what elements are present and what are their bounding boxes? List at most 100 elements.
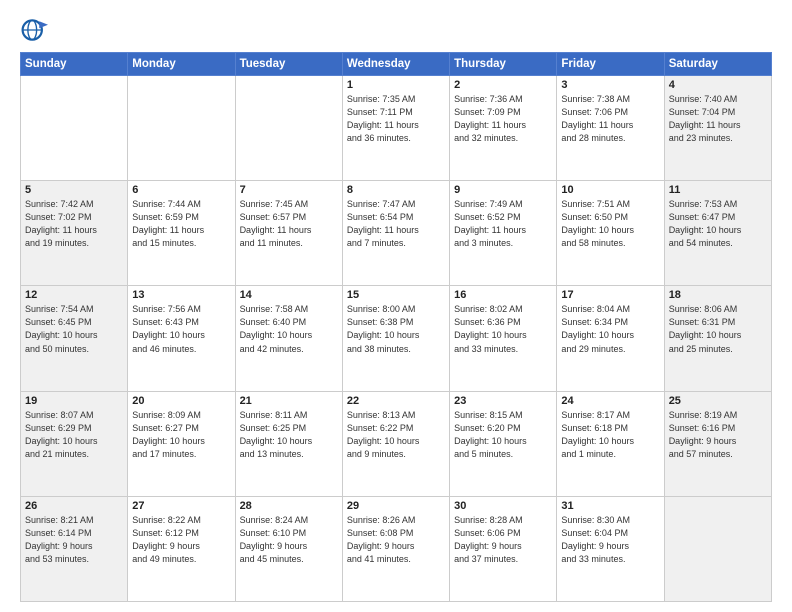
weekday-header-saturday: Saturday (664, 53, 771, 76)
day-number: 27 (132, 500, 230, 512)
calendar-cell: 2 Sunrise: 7:36 AMSunset: 7:09 PMDaylight… (450, 76, 557, 181)
calendar-cell: 17 Sunrise: 8:04 AMSunset: 6:34 PMDayligh… (557, 286, 664, 391)
day-info: Sunrise: 8:19 AMSunset: 6:16 PMDaylight:… (669, 409, 767, 461)
day-info: Sunrise: 8:06 AMSunset: 6:31 PMDaylight:… (669, 303, 767, 355)
calendar-cell: 5 Sunrise: 7:42 AMSunset: 7:02 PMDaylight… (21, 181, 128, 286)
calendar-table: SundayMondayTuesdayWednesdayThursdayFrid… (20, 52, 772, 602)
calendar-week-row: 19Sunrise: 8:07 AMSunset: 6:29 PMDayligh… (21, 391, 772, 496)
calendar-cell: 3Sunrise: 7:38 AMSunset: 7:06 PMDaylight… (557, 76, 664, 181)
day-info: Sunrise: 7:35 AMSunset: 7:11 PMDaylight:… (347, 93, 445, 145)
day-number: 29 (347, 500, 445, 512)
day-info: Sunrise: 8:28 AMSunset: 6:06 PMDaylight:… (454, 514, 552, 566)
day-number: 9 (454, 184, 552, 196)
calendar-cell: 27 Sunrise: 8:22 AMSunset: 6:12 PMDayligh… (128, 496, 235, 601)
day-number: 10 (561, 184, 659, 196)
day-number: 18 (669, 289, 767, 301)
day-info: Sunrise: 7:56 AMSunset: 6:43 PMDaylight:… (132, 303, 230, 355)
calendar-week-row: 12 Sunrise: 7:54 AMSunset: 6:45 PMDayligh… (21, 286, 772, 391)
day-number: 12 (25, 289, 123, 301)
calendar-cell: 28Sunrise: 8:24 AMSunset: 6:10 PMDayligh… (235, 496, 342, 601)
calendar-cell: 4Sunrise: 7:40 AMSunset: 7:04 PMDaylight… (664, 76, 771, 181)
day-info: Sunrise: 8:15 AMSunset: 6:20 PMDaylight:… (454, 409, 552, 461)
calendar-cell: 29 Sunrise: 8:26 AMSunset: 6:08 PMDayligh… (342, 496, 449, 601)
day-number: 23 (454, 395, 552, 407)
weekday-header-friday: Friday (557, 53, 664, 76)
day-number: 16 (454, 289, 552, 301)
day-info: Sunrise: 7:49 AMSunset: 6:52 PMDaylight:… (454, 198, 552, 250)
calendar-cell: 31Sunrise: 8:30 AMSunset: 6:04 PMDayligh… (557, 496, 664, 601)
day-number: 22 (347, 395, 445, 407)
calendar-cell: 9 Sunrise: 7:49 AMSunset: 6:52 PMDaylight… (450, 181, 557, 286)
calendar-cell: 30 Sunrise: 8:28 AMSunset: 6:06 PMDayligh… (450, 496, 557, 601)
day-number: 5 (25, 184, 123, 196)
day-number: 1 (347, 79, 445, 91)
day-number: 6 (132, 184, 230, 196)
calendar-week-row: 1 Sunrise: 7:35 AMSunset: 7:11 PMDaylight… (21, 76, 772, 181)
day-number: 17 (561, 289, 659, 301)
weekday-header-wednesday: Wednesday (342, 53, 449, 76)
day-number: 15 (347, 289, 445, 301)
calendar-cell: 26Sunrise: 8:21 AMSunset: 6:14 PMDayligh… (21, 496, 128, 601)
day-number: 8 (347, 184, 445, 196)
calendar-cell: 11 Sunrise: 7:53 AMSunset: 6:47 PMDayligh… (664, 181, 771, 286)
calendar-cell: 7 Sunrise: 7:45 AMSunset: 6:57 PMDaylight… (235, 181, 342, 286)
page: SundayMondayTuesdayWednesdayThursdayFrid… (0, 0, 792, 612)
calendar-cell: 12 Sunrise: 7:54 AMSunset: 6:45 PMDayligh… (21, 286, 128, 391)
day-info: Sunrise: 8:07 AMSunset: 6:29 PMDaylight:… (25, 409, 123, 461)
calendar-week-row: 26Sunrise: 8:21 AMSunset: 6:14 PMDayligh… (21, 496, 772, 601)
day-number: 21 (240, 395, 338, 407)
day-number: 3 (561, 79, 659, 91)
day-info: Sunrise: 8:22 AMSunset: 6:12 PMDaylight:… (132, 514, 230, 566)
calendar-cell: 10 Sunrise: 7:51 AMSunset: 6:50 PMDayligh… (557, 181, 664, 286)
weekday-header-tuesday: Tuesday (235, 53, 342, 76)
day-number: 20 (132, 395, 230, 407)
calendar-cell: 23 Sunrise: 8:15 AMSunset: 6:20 PMDayligh… (450, 391, 557, 496)
day-info: Sunrise: 8:24 AMSunset: 6:10 PMDaylight:… (240, 514, 338, 566)
day-info: Sunrise: 7:36 AMSunset: 7:09 PMDaylight:… (454, 93, 552, 145)
day-info: Sunrise: 8:02 AMSunset: 6:36 PMDaylight:… (454, 303, 552, 355)
day-info: Sunrise: 8:04 AMSunset: 6:34 PMDaylight:… (561, 303, 659, 355)
day-number: 7 (240, 184, 338, 196)
day-number: 31 (561, 500, 659, 512)
weekday-header-thursday: Thursday (450, 53, 557, 76)
calendar-cell: 6Sunrise: 7:44 AMSunset: 6:59 PMDaylight… (128, 181, 235, 286)
day-number: 30 (454, 500, 552, 512)
weekday-header-monday: Monday (128, 53, 235, 76)
calendar-cell: 16 Sunrise: 8:02 AMSunset: 6:36 PMDayligh… (450, 286, 557, 391)
calendar-cell (21, 76, 128, 181)
calendar-cell (128, 76, 235, 181)
day-number: 2 (454, 79, 552, 91)
calendar-week-row: 5 Sunrise: 7:42 AMSunset: 7:02 PMDaylight… (21, 181, 772, 286)
calendar-cell: 8 Sunrise: 7:47 AMSunset: 6:54 PMDaylight… (342, 181, 449, 286)
calendar-cell (235, 76, 342, 181)
day-number: 4 (669, 79, 767, 91)
calendar-cell: 15 Sunrise: 8:00 AMSunset: 6:38 PMDayligh… (342, 286, 449, 391)
day-info: Sunrise: 7:51 AMSunset: 6:50 PMDaylight:… (561, 198, 659, 250)
day-info: Sunrise: 8:26 AMSunset: 6:08 PMDaylight:… (347, 514, 445, 566)
day-info: Sunrise: 8:00 AMSunset: 6:38 PMDaylight:… (347, 303, 445, 355)
calendar-cell: 13 Sunrise: 7:56 AMSunset: 6:43 PMDayligh… (128, 286, 235, 391)
day-info: Sunrise: 7:53 AMSunset: 6:47 PMDaylight:… (669, 198, 767, 250)
day-number: 13 (132, 289, 230, 301)
day-info: Sunrise: 8:13 AMSunset: 6:22 PMDaylight:… (347, 409, 445, 461)
day-info: Sunrise: 7:42 AMSunset: 7:02 PMDaylight:… (25, 198, 123, 250)
day-info: Sunrise: 7:47 AMSunset: 6:54 PMDaylight:… (347, 198, 445, 250)
header (20, 16, 772, 44)
day-info: Sunrise: 7:54 AMSunset: 6:45 PMDaylight:… (25, 303, 123, 355)
calendar-cell: 24 Sunrise: 8:17 AMSunset: 6:18 PMDayligh… (557, 391, 664, 496)
day-info: Sunrise: 8:21 AMSunset: 6:14 PMDaylight:… (25, 514, 123, 566)
calendar-cell: 18 Sunrise: 8:06 AMSunset: 6:31 PMDayligh… (664, 286, 771, 391)
day-number: 11 (669, 184, 767, 196)
day-number: 25 (669, 395, 767, 407)
day-info: Sunrise: 8:09 AMSunset: 6:27 PMDaylight:… (132, 409, 230, 461)
day-info: Sunrise: 7:45 AMSunset: 6:57 PMDaylight:… (240, 198, 338, 250)
day-number: 14 (240, 289, 338, 301)
calendar-cell: 25 Sunrise: 8:19 AMSunset: 6:16 PMDayligh… (664, 391, 771, 496)
weekday-header-row: SundayMondayTuesdayWednesdayThursdayFrid… (21, 53, 772, 76)
calendar-cell (664, 496, 771, 601)
calendar-cell: 14Sunrise: 7:58 AMSunset: 6:40 PMDayligh… (235, 286, 342, 391)
day-number: 24 (561, 395, 659, 407)
logo (20, 16, 52, 44)
weekday-header-sunday: Sunday (21, 53, 128, 76)
day-info: Sunrise: 8:17 AMSunset: 6:18 PMDaylight:… (561, 409, 659, 461)
